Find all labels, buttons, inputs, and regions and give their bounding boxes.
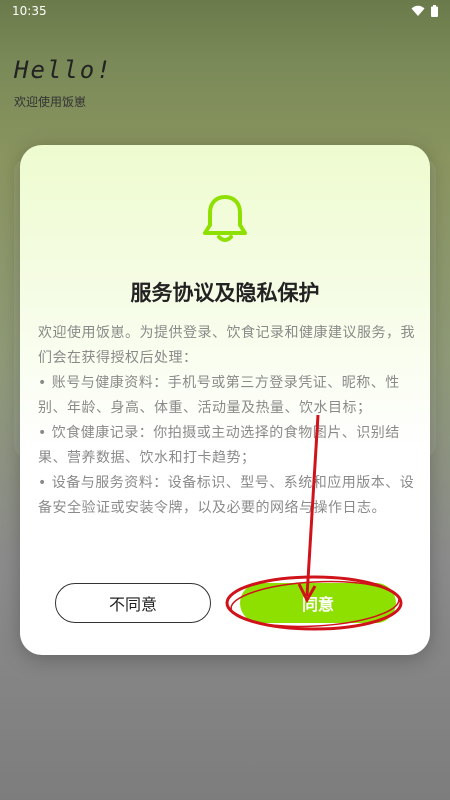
hello-heading: Hello! [14,56,113,84]
dialog-paragraph: • 设备与服务资料：设备标识、型号、系统和应用版本、设备安全验证或安装令牌，以及… [38,475,415,516]
dialog-paragraph: • 饮食健康记录：你拍摄或主动选择的食物图片、识别结果、营养数据、饮水和打卡趋势… [38,425,400,466]
status-time: 10:35 [12,4,47,18]
bell-icon [203,195,247,242]
battery-icon [431,5,438,17]
dialog-body: 欢迎使用饭崽。为提供登录、饮食记录和健康建议服务，我们会在获得授权后处理： • … [38,321,416,521]
agree-button[interactable]: 同意 [240,583,396,623]
disagree-button[interactable]: 不同意 [55,583,211,623]
dialog-paragraph: 欢迎使用饭崽。为提供登录、饮食记录和健康建议服务，我们会在获得授权后处理： [38,325,415,366]
welcome-text: 欢迎使用饭崽 [14,95,87,109]
wifi-icon [411,5,425,16]
privacy-dialog: 服务协议及隐私保护 欢迎使用饭崽。为提供登录、饮食记录和健康建议服务，我们会在获… [20,145,430,655]
dialog-title: 服务协议及隐私保护 [130,281,320,305]
status-bar: 10:35 [0,0,450,22]
dialog-paragraph: • 账号与健康资料：手机号或第三方登录凭证、昵称、性别、年龄、身高、体重、活动量… [38,375,400,416]
